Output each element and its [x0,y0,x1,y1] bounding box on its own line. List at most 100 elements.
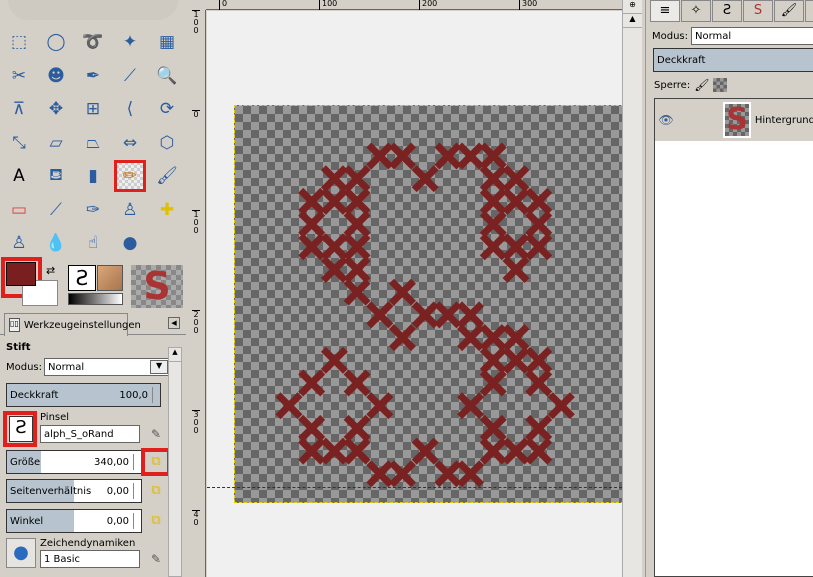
tab-brushes[interactable]: Ꙅ [712,0,742,22]
lock-pixels-icon[interactable]: 🖌 [694,78,709,92]
cross-stitch [343,165,371,193]
color-picker-tool-icon[interactable]: ⟋ [116,62,144,90]
heal-tool-icon[interactable]: ✚ [153,196,181,224]
cross-stitch [479,437,507,465]
dodge-burn-tool-icon[interactable]: ● [116,229,144,257]
cross-stitch [457,301,485,329]
spin-handle[interactable] [133,483,139,499]
aspect-label: Seitenverhältnis [10,486,92,497]
reset-size-icon[interactable]: ⧉ [148,454,164,470]
ruler-label: 300 [192,410,200,435]
horizontal-ruler[interactable]: 0 100 200 300 [206,0,622,10]
tool-grid: ⬚ ◯ ➰ ✦ ▦ ✂ ☻ ✒ ⟋ 🔍 ⊼ ✥ ⊞ ⟨ ⟳ ⤡ ▱ ⏢ ⇔ ⬡ A ⛾ ▮ ✏ 🖌 ▭ ⟋ ✑ ♙ ✚ ♙ 💧 ☝ ● [5,28,190,263]
crop-tool-icon[interactable]: ⟨ [116,95,144,123]
tab-paintbrush[interactable]: 🖌 [774,0,804,22]
text-tool-icon[interactable]: A [5,162,33,190]
tab-menu-button[interactable]: ◀ [168,317,180,329]
tab-patterns[interactable]: S [743,0,773,22]
tab-tool-options[interactable]: ▯▯ Werkzeugeinstellungen [4,313,141,336]
ink-tool-icon[interactable]: ✑ [79,196,107,224]
dynamics-field[interactable]: 1 Basic [40,550,140,568]
tab-layers[interactable]: ≡ [650,0,680,22]
opacity-slider[interactable]: Deckkraft 100,0 [6,383,161,407]
cage-transform-tool-icon[interactable]: ⬡ [153,129,181,157]
rotate-tool-icon[interactable]: ⟳ [153,95,181,123]
move-tool-icon[interactable]: ✥ [42,95,70,123]
airbrush-tool-icon[interactable]: ⟋ [42,196,70,224]
ellipse-select-tool-icon[interactable]: ◯ [42,28,70,56]
spin-handle[interactable] [152,387,158,403]
pattern-preview[interactable] [97,265,123,291]
paintbrush-tool-icon[interactable]: 🖌 [153,162,181,190]
free-select-tool-icon[interactable]: ➰ [79,28,107,56]
scale-tool-icon[interactable]: ⤡ [5,129,33,157]
bucket-fill-tool-icon[interactable]: ⛾ [42,162,70,190]
angle-slider[interactable]: Winkel 0,00 [6,509,142,533]
pencil-tool-icon[interactable]: ✏ [114,160,146,192]
perspective-clone-tool-icon[interactable]: ♙ [5,229,33,257]
image-canvas[interactable] [234,105,634,503]
zoom-tool-icon[interactable]: 🔍 [153,62,181,90]
brush-preview[interactable]: Ꙅ [68,265,96,291]
paths-tool-icon[interactable]: ✒ [79,62,107,90]
flip-tool-icon[interactable]: ⇔ [116,129,144,157]
scissors-select-tool-icon[interactable]: ✂ [5,62,33,90]
rect-select-tool-icon[interactable]: ⬚ [5,28,33,56]
edit-dynamics-icon[interactable]: ✎ [148,552,164,568]
cross-stitch [298,414,326,442]
zoom-nav-icon[interactable]: ⊕ [623,0,642,14]
layer-row[interactable]: 👁 S Hintergrund [655,99,813,141]
mode-select[interactable]: Normal ▼ [44,358,171,376]
eye-icon[interactable]: 👁 [655,113,677,127]
perspective-tool-icon[interactable]: ⏢ [79,129,107,157]
cross-stitch [298,210,326,238]
cross-stitch [525,210,553,238]
brush-name-field[interactable]: alph_S_oRand [40,425,140,443]
layer-mode-select[interactable]: Normal [691,27,813,45]
spin-handle[interactable] [133,454,139,470]
scroll-up-icon[interactable]: ▲ [169,348,181,362]
clone-tool-icon[interactable]: ♙ [116,196,144,224]
tab-paths[interactable]: ✧ [681,0,711,22]
gradient-preview[interactable] [68,293,123,305]
vertical-ruler[interactable]: 100 0 100 200 300 40 [190,10,206,577]
reset-aspect-icon[interactable]: ⧉ [148,483,164,499]
ruler-label: 0 [192,110,200,119]
brush-button[interactable]: Ꙅ [9,416,33,442]
blur-tool-icon[interactable]: 💧 [42,229,70,257]
align-tool-icon[interactable]: ⊞ [79,95,107,123]
eraser-tool-icon[interactable]: ▭ [5,196,33,224]
tool-options-scrollbar[interactable]: ▲ [168,347,182,577]
swap-colors-icon[interactable]: ⇄ [46,264,55,277]
foreground-select-tool-icon[interactable]: ☻ [42,62,70,90]
cross-stitch [457,142,485,170]
shear-tool-icon[interactable]: ▱ [42,129,70,157]
vertical-scrollbar[interactable]: ⊕ ▲ [622,0,642,577]
cross-stitch [389,324,416,352]
ruler-label: 100 [192,10,200,35]
layer-thumbnail: S [723,102,751,138]
angle-label: Winkel [10,516,44,527]
active-image-preview[interactable]: S [131,265,183,308]
horizontal-guide[interactable] [207,487,622,488]
aspect-slider[interactable]: Seitenverhältnis 0,00 [6,479,142,503]
scroll-up-icon[interactable]: ▲ [623,14,642,28]
tab-dynamics[interactable]: ● [805,0,813,22]
blend-tool-icon[interactable]: ▮ [79,162,107,190]
measure-tool-icon[interactable]: ⊼ [5,95,33,123]
reset-angle-icon[interactable]: ⧉ [148,513,164,529]
cross-stitch [479,324,507,352]
select-by-color-tool-icon[interactable]: ▦ [153,28,181,56]
chevron-down-icon[interactable]: ▼ [150,360,169,374]
spin-handle[interactable] [133,513,139,529]
layer-opacity-slider[interactable]: Deckkraft [653,48,813,72]
dynamics-button[interactable]: ● [6,538,36,568]
size-slider[interactable]: Größe 340,00 [6,450,142,474]
canvas-viewport[interactable] [207,11,634,577]
smudge-tool-icon[interactable]: ☝ [79,229,107,257]
fuzzy-select-tool-icon[interactable]: ✦ [116,28,144,56]
lock-alpha-icon[interactable] [713,78,728,92]
cross-stitch [479,346,507,374]
foreground-color-swatch[interactable] [6,262,36,286]
edit-brush-icon[interactable]: ✎ [148,427,164,443]
